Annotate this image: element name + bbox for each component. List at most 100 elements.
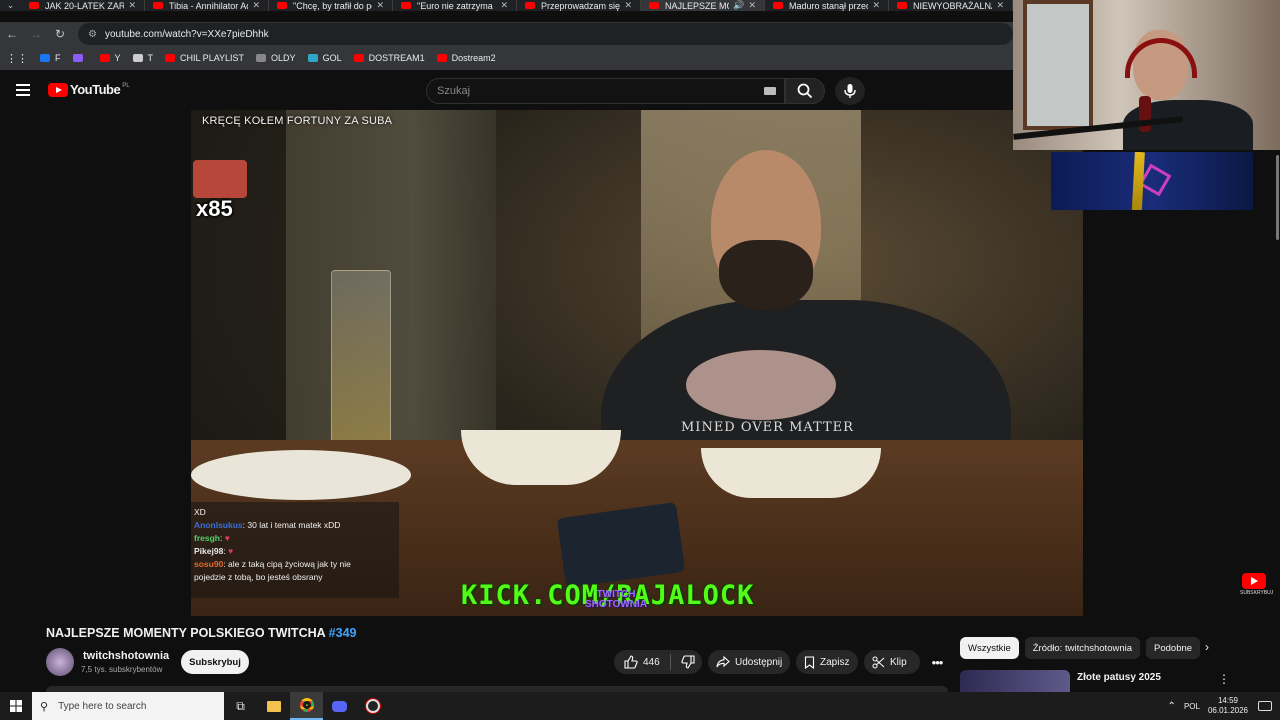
keyboard-icon[interactable] bbox=[764, 87, 776, 95]
more-vertical-icon[interactable]: ⋮ bbox=[1218, 672, 1230, 686]
browser-tab[interactable]: "Chcę, by trafił do po ✕ bbox=[269, 0, 393, 11]
browser-tab[interactable]: JAK 20-LATEK ZAROBI✕ bbox=[21, 0, 145, 11]
youtube-favicon-icon bbox=[401, 2, 411, 9]
youtube-logo[interactable]: YouTube PL bbox=[48, 82, 130, 97]
bookmark-item[interactable]: Dostream2 bbox=[436, 53, 496, 63]
save-button[interactable]: Zapisz bbox=[796, 650, 858, 674]
tab-title: Tibia - Annihilator Ad bbox=[169, 0, 249, 11]
chat-message: Anonlsukus: 30 lat i temat matek xDD bbox=[194, 519, 396, 532]
browser-tab[interactable]: Przeprowadzam się! N✕ bbox=[517, 0, 641, 11]
recommendation-item[interactable]: Złote patusy 2025 ⋮ bbox=[960, 670, 1230, 692]
start-button[interactable] bbox=[0, 692, 32, 720]
bookmark-item[interactable]: OLDY bbox=[256, 53, 296, 63]
bookmark-label: T bbox=[147, 53, 154, 63]
related-filter-chips: Wszystkie Źródło: twitchshotownia Podobne bbox=[960, 637, 1206, 659]
close-tab-icon[interactable]: ✕ bbox=[500, 0, 508, 11]
bookmark-item[interactable]: DOSTREAM1 bbox=[353, 53, 425, 63]
input-language[interactable]: POL bbox=[1184, 702, 1200, 711]
promo-banner bbox=[1051, 152, 1253, 210]
youtube-wordmark: YouTube bbox=[70, 82, 121, 97]
channel-avatar[interactable] bbox=[46, 648, 74, 676]
chat-message: sosu90: ale z taką cipą życiową jak ty n… bbox=[194, 558, 396, 571]
chat-text: : 30 lat i temat matek xDD bbox=[242, 520, 341, 530]
apps-grid-icon[interactable]: ⋮⋮ bbox=[6, 52, 28, 65]
browser-toolbar: ← → ↻ ⚙ youtube.com/watch?v=XXe7pieDhhk bbox=[0, 22, 1013, 46]
save-label: Zapisz bbox=[820, 656, 850, 668]
obs-icon[interactable] bbox=[356, 692, 389, 720]
close-tab-icon[interactable]: ✕ bbox=[872, 0, 880, 11]
episode-hashtag[interactable]: #349 bbox=[329, 626, 357, 640]
back-icon[interactable]: ← bbox=[0, 27, 24, 41]
chevron-right-icon[interactable]: › bbox=[1205, 640, 1209, 654]
browser-tab[interactable]: Tibia - Annihilator Ad ✕ bbox=[145, 0, 269, 11]
taskbar-search-placeholder: Type here to search bbox=[58, 700, 147, 712]
like-button[interactable]: 446 bbox=[614, 654, 671, 670]
file-explorer-icon[interactable] bbox=[257, 692, 290, 720]
close-tab-icon[interactable]: ✕ bbox=[748, 0, 756, 11]
filter-chip[interactable]: Wszystkie bbox=[960, 637, 1019, 659]
share-button[interactable]: Udostępnij bbox=[708, 650, 790, 674]
reload-icon[interactable]: ↻ bbox=[48, 27, 72, 41]
close-tab-icon[interactable]: ✕ bbox=[624, 0, 632, 11]
recommendation-thumbnail[interactable] bbox=[960, 670, 1070, 692]
microphone-icon bbox=[844, 84, 856, 98]
bookmarks-bar: ⋮⋮ F Y T CHIL PLAYLIST OLDY GOL DOSTREAM1 Dostr… bbox=[0, 46, 1013, 70]
tray-chevron-up-icon[interactable]: ⌃ bbox=[1168, 701, 1176, 712]
search-button[interactable] bbox=[785, 78, 825, 104]
youtube-favicon-icon bbox=[649, 2, 659, 9]
forward-icon[interactable]: → bbox=[24, 27, 48, 41]
close-tab-icon[interactable]: ✕ bbox=[128, 0, 136, 11]
clock[interactable]: 14:59 06.01.2026 bbox=[1208, 696, 1248, 716]
video-bowl-right bbox=[701, 448, 881, 498]
bookmark-item[interactable] bbox=[72, 54, 88, 62]
browser-tab[interactable]: NIEWYOBRAŻALNA S✕ bbox=[889, 0, 1013, 11]
bookmark-item[interactable]: GOL bbox=[307, 53, 342, 63]
search-input[interactable]: Szukaj bbox=[426, 78, 785, 104]
tab-search-icon[interactable]: ⌄ bbox=[0, 0, 21, 11]
bookmark-item[interactable]: CHIL PLAYLIST bbox=[165, 53, 244, 63]
address-bar[interactable]: ⚙ youtube.com/watch?v=XXe7pieDhhk bbox=[78, 23, 1013, 45]
page-scrollbar[interactable] bbox=[1276, 155, 1279, 240]
recommendation-title[interactable]: Złote patusy 2025 bbox=[1077, 672, 1161, 683]
share-label: Udostępnij bbox=[735, 656, 783, 668]
filter-chip[interactable]: Źródło: twitchshotownia bbox=[1024, 637, 1141, 659]
close-tab-icon[interactable]: ✕ bbox=[996, 0, 1004, 11]
site-info-icon[interactable]: ⚙ bbox=[88, 29, 97, 40]
chat-message: fresgh: ♥ bbox=[194, 532, 396, 545]
close-tab-icon[interactable]: ✕ bbox=[252, 0, 260, 11]
discord-icon[interactable] bbox=[323, 692, 356, 720]
taskbar-search-input[interactable]: ⚲ Type here to search bbox=[32, 692, 224, 720]
task-view-icon[interactable]: ⧉ bbox=[224, 692, 257, 720]
bookmark-item[interactable]: F bbox=[40, 53, 61, 63]
like-count: 446 bbox=[643, 656, 660, 668]
stream-chat: XD Anonlsukus: 30 lat i temat matek xDD fr… bbox=[191, 502, 399, 598]
close-tab-icon[interactable]: ✕ bbox=[376, 0, 384, 11]
browser-tab[interactable]: "Euro nie zatrzyma Rz ✕ bbox=[393, 0, 517, 11]
tab-title: JAK 20-LATEK ZAROBI bbox=[45, 0, 125, 11]
voice-search-button[interactable] bbox=[835, 77, 865, 105]
bookmark-item[interactable]: T bbox=[132, 53, 154, 63]
chat-message: XD bbox=[194, 506, 396, 519]
notifications-icon[interactable] bbox=[1258, 701, 1272, 711]
tab-audio-icon[interactable]: 🔊 bbox=[733, 0, 744, 11]
chrome-icon[interactable] bbox=[290, 692, 323, 720]
chat-username: sosu90 bbox=[194, 559, 224, 569]
youtube-favicon-icon bbox=[773, 2, 783, 9]
fortune-wheel-text: KRĘCĘ KOŁEM FORTUNY ZA SUBA bbox=[202, 115, 393, 127]
dislike-button[interactable] bbox=[671, 655, 705, 669]
shirt-print-text: MINED OVER MATTER bbox=[681, 420, 854, 435]
bookmark-icon bbox=[804, 655, 815, 669]
clip-button[interactable]: Klip bbox=[864, 650, 920, 674]
youtube-favicon-icon bbox=[525, 2, 535, 9]
browser-tab[interactable]: NAJLEPSZE MOM 🔊 ✕ bbox=[641, 0, 765, 11]
subscribe-button[interactable]: Subskrybuj bbox=[181, 650, 249, 674]
more-actions-button[interactable]: ••• bbox=[926, 650, 948, 674]
browser-tab[interactable]: Maduro stanął przed ✕ bbox=[765, 0, 889, 11]
bookmark-item[interactable]: Y bbox=[99, 53, 121, 63]
bookmark-label: GOL bbox=[322, 53, 342, 63]
menu-icon[interactable] bbox=[16, 83, 32, 97]
filter-chip[interactable]: Podobne bbox=[1146, 637, 1201, 659]
video-player[interactable]: MINED OVER MATTER KRĘCĘ KOŁEM FORTUNY ZA… bbox=[191, 110, 1083, 616]
subscribe-badge-icon[interactable]: SUBSKRYBUJ bbox=[1240, 573, 1273, 601]
channel-name[interactable]: twitchshotownia bbox=[83, 650, 169, 662]
